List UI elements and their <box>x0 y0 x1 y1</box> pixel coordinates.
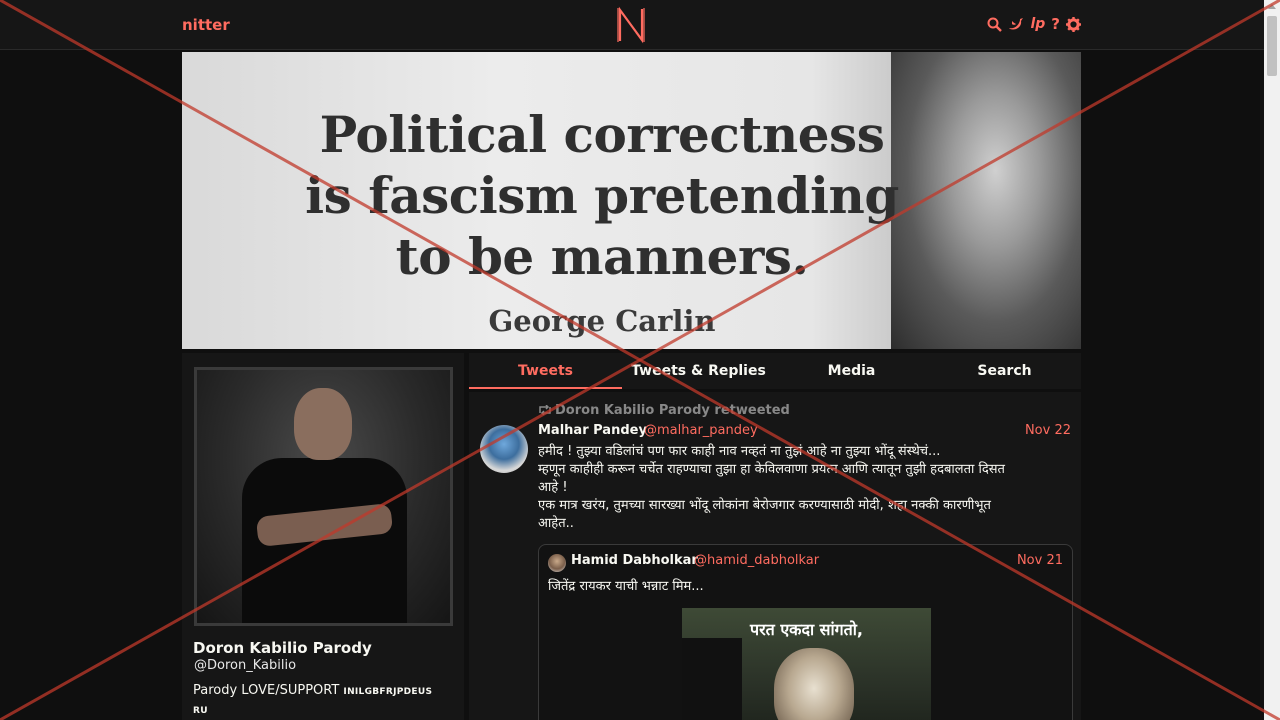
profile-avatar[interactable] <box>194 367 453 626</box>
quoted-author-name[interactable]: Hamid Dabholkar <box>571 553 698 568</box>
tweet-author-avatar[interactable] <box>480 425 528 473</box>
media-cloak-shape <box>682 638 742 720</box>
avatar-head-shape <box>294 388 352 460</box>
nav-icon-group: lp ? <box>987 15 1081 33</box>
tweet-author-name[interactable]: Malhar Pandey <box>538 423 647 438</box>
media-caption: परत एकदा सांगतो, <box>750 620 863 639</box>
media-face-shape <box>774 648 854 720</box>
scrollbar-thumb[interactable] <box>1267 16 1277 76</box>
quoted-author-handle[interactable]: @hamid_dabholkar <box>694 553 819 568</box>
quoted-tweet[interactable]: Hamid Dabholkar @hamid_dabholkar Nov 21 … <box>538 544 1073 720</box>
quoted-tweet-date[interactable]: Nov 21 <box>1017 553 1063 568</box>
profile-handle[interactable]: @Doron_Kabilio <box>194 658 296 673</box>
scroll-up-arrow-icon[interactable] <box>1268 4 1276 9</box>
tweet-body: हमीद ! तुझ्या वडिलांचं पण फार काही नाव न… <box>538 444 1005 531</box>
page-scrollbar[interactable] <box>1264 0 1280 720</box>
search-icon[interactable] <box>987 15 1003 33</box>
banner-portrait-image <box>891 52 1081 349</box>
quoted-tweet-body: जितेंद्र रायकर याची भन्नाट मिम... <box>548 579 704 594</box>
gear-icon[interactable] <box>1066 15 1081 33</box>
quoted-tweet-image[interactable]: परत एकदा सांगतो, <box>682 608 931 720</box>
profile-bio-flags-cont: RU <box>193 706 208 716</box>
retweet-label: Doron Kabilio Parody retweeted <box>555 403 790 418</box>
profile-card: Doron Kabilio Parody @Doron_Kabilio Paro… <box>182 353 464 720</box>
tweet-date[interactable]: Nov 22 <box>1025 423 1071 438</box>
tab-tweets[interactable]: Tweets <box>469 353 622 389</box>
timeline-tabs: Tweets Tweets & Replies Media Search <box>469 353 1081 389</box>
timeline: Doron Kabilio Parody retweeted Malhar Pa… <box>469 392 1081 720</box>
profile-bio-flags: INILGBFRJPDEUS <box>343 687 433 697</box>
nitter-logo-icon[interactable] <box>616 6 646 44</box>
help-icon[interactable]: ? <box>1051 15 1060 33</box>
profile-bio: Parody LOVE/SUPPORT INILGBFRJPDEUS RU <box>193 682 455 720</box>
quoted-author-avatar[interactable] <box>548 554 566 572</box>
tab-search[interactable]: Search <box>928 353 1081 389</box>
profile-bio-main: Parody LOVE/SUPPORT <box>193 683 344 698</box>
banner-quote-author: George Carlin <box>488 304 716 338</box>
twitter-bird-icon[interactable] <box>1008 15 1024 33</box>
retweet-icon <box>539 404 551 416</box>
tweet-author-handle[interactable]: @malhar_pandey <box>644 423 758 438</box>
tab-tweets-replies[interactable]: Tweets & Replies <box>622 353 775 389</box>
profile-banner[interactable]: Political correctness is fascism pretend… <box>182 52 1081 349</box>
tab-media[interactable]: Media <box>775 353 928 389</box>
profile-name[interactable]: Doron Kabilio Parody <box>193 639 372 657</box>
top-navbar: nitter lp ? <box>0 0 1264 50</box>
banner-quote-text: Political correctness is fascism pretend… <box>305 105 899 286</box>
brand-link[interactable]: nitter <box>182 16 230 34</box>
retweet-header: Doron Kabilio Parody retweeted <box>538 403 790 418</box>
rss-icon[interactable]: lp <box>1030 15 1045 33</box>
